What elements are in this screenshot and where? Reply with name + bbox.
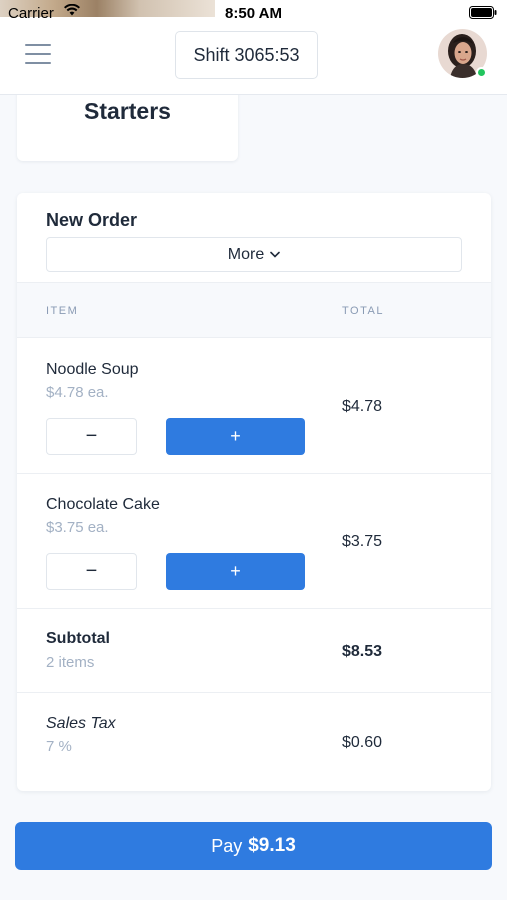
status-bar: Carrier 8:50 AM bbox=[0, 0, 507, 26]
subtotal-row: Subtotal 2 items $8.53 bbox=[17, 609, 491, 693]
item-total: $3.75 bbox=[342, 533, 383, 550]
pay-button[interactable]: Pay $9.13 bbox=[15, 822, 492, 870]
tax-value: $0.60 bbox=[342, 734, 383, 751]
pay-amount: $9.13 bbox=[248, 835, 296, 856]
shift-timer-button[interactable]: Shift 3065:53 bbox=[175, 31, 318, 79]
table-header: ITEM TOTAL bbox=[17, 282, 491, 338]
item-name: Chocolate Cake bbox=[46, 496, 160, 513]
increase-quantity-button[interactable]: + bbox=[166, 553, 305, 590]
order-title: New Order bbox=[46, 210, 138, 230]
tax-rate: 7 % bbox=[46, 738, 72, 755]
column-header-item: ITEM bbox=[46, 305, 79, 317]
item-unit-price: $4.78 ea. bbox=[46, 384, 109, 401]
menu-icon[interactable] bbox=[25, 44, 51, 64]
subtotal-label: Subtotal bbox=[46, 630, 110, 647]
item-unit-price: $3.75 ea. bbox=[46, 519, 109, 536]
tax-label: Sales Tax bbox=[46, 715, 116, 732]
column-header-total: TOTAL bbox=[342, 305, 384, 317]
subtotal-item-count: 2 items bbox=[46, 654, 95, 671]
decrease-quantity-button[interactable]: − bbox=[46, 418, 137, 455]
more-button-label: More bbox=[227, 245, 265, 263]
decrease-quantity-button[interactable]: − bbox=[46, 553, 137, 590]
subtotal-value: $8.53 bbox=[342, 643, 383, 660]
more-button[interactable]: More bbox=[46, 237, 462, 272]
online-status-indicator bbox=[476, 67, 487, 78]
item-total: $4.78 bbox=[342, 398, 383, 415]
battery-icon bbox=[469, 6, 497, 19]
order-item-row: Chocolate Cake $3.75 ea. $3.75 − + bbox=[17, 474, 491, 609]
order-panel: New Order More ITEM TOTAL Noodle Soup $4… bbox=[17, 193, 491, 791]
status-time: 8:50 AM bbox=[225, 5, 282, 22]
pay-button-label: Pay bbox=[211, 835, 243, 856]
tax-row: Sales Tax 7 % $0.60 bbox=[17, 693, 491, 791]
category-title: Starters bbox=[84, 98, 171, 124]
chevron-down-icon bbox=[270, 251, 281, 258]
order-item-row: Noodle Soup $4.78 ea. $4.78 − + bbox=[17, 338, 491, 474]
app-header: Shift 3065:53 bbox=[0, 26, 507, 95]
increase-quantity-button[interactable]: + bbox=[166, 418, 305, 455]
item-name: Noodle Soup bbox=[46, 361, 139, 378]
